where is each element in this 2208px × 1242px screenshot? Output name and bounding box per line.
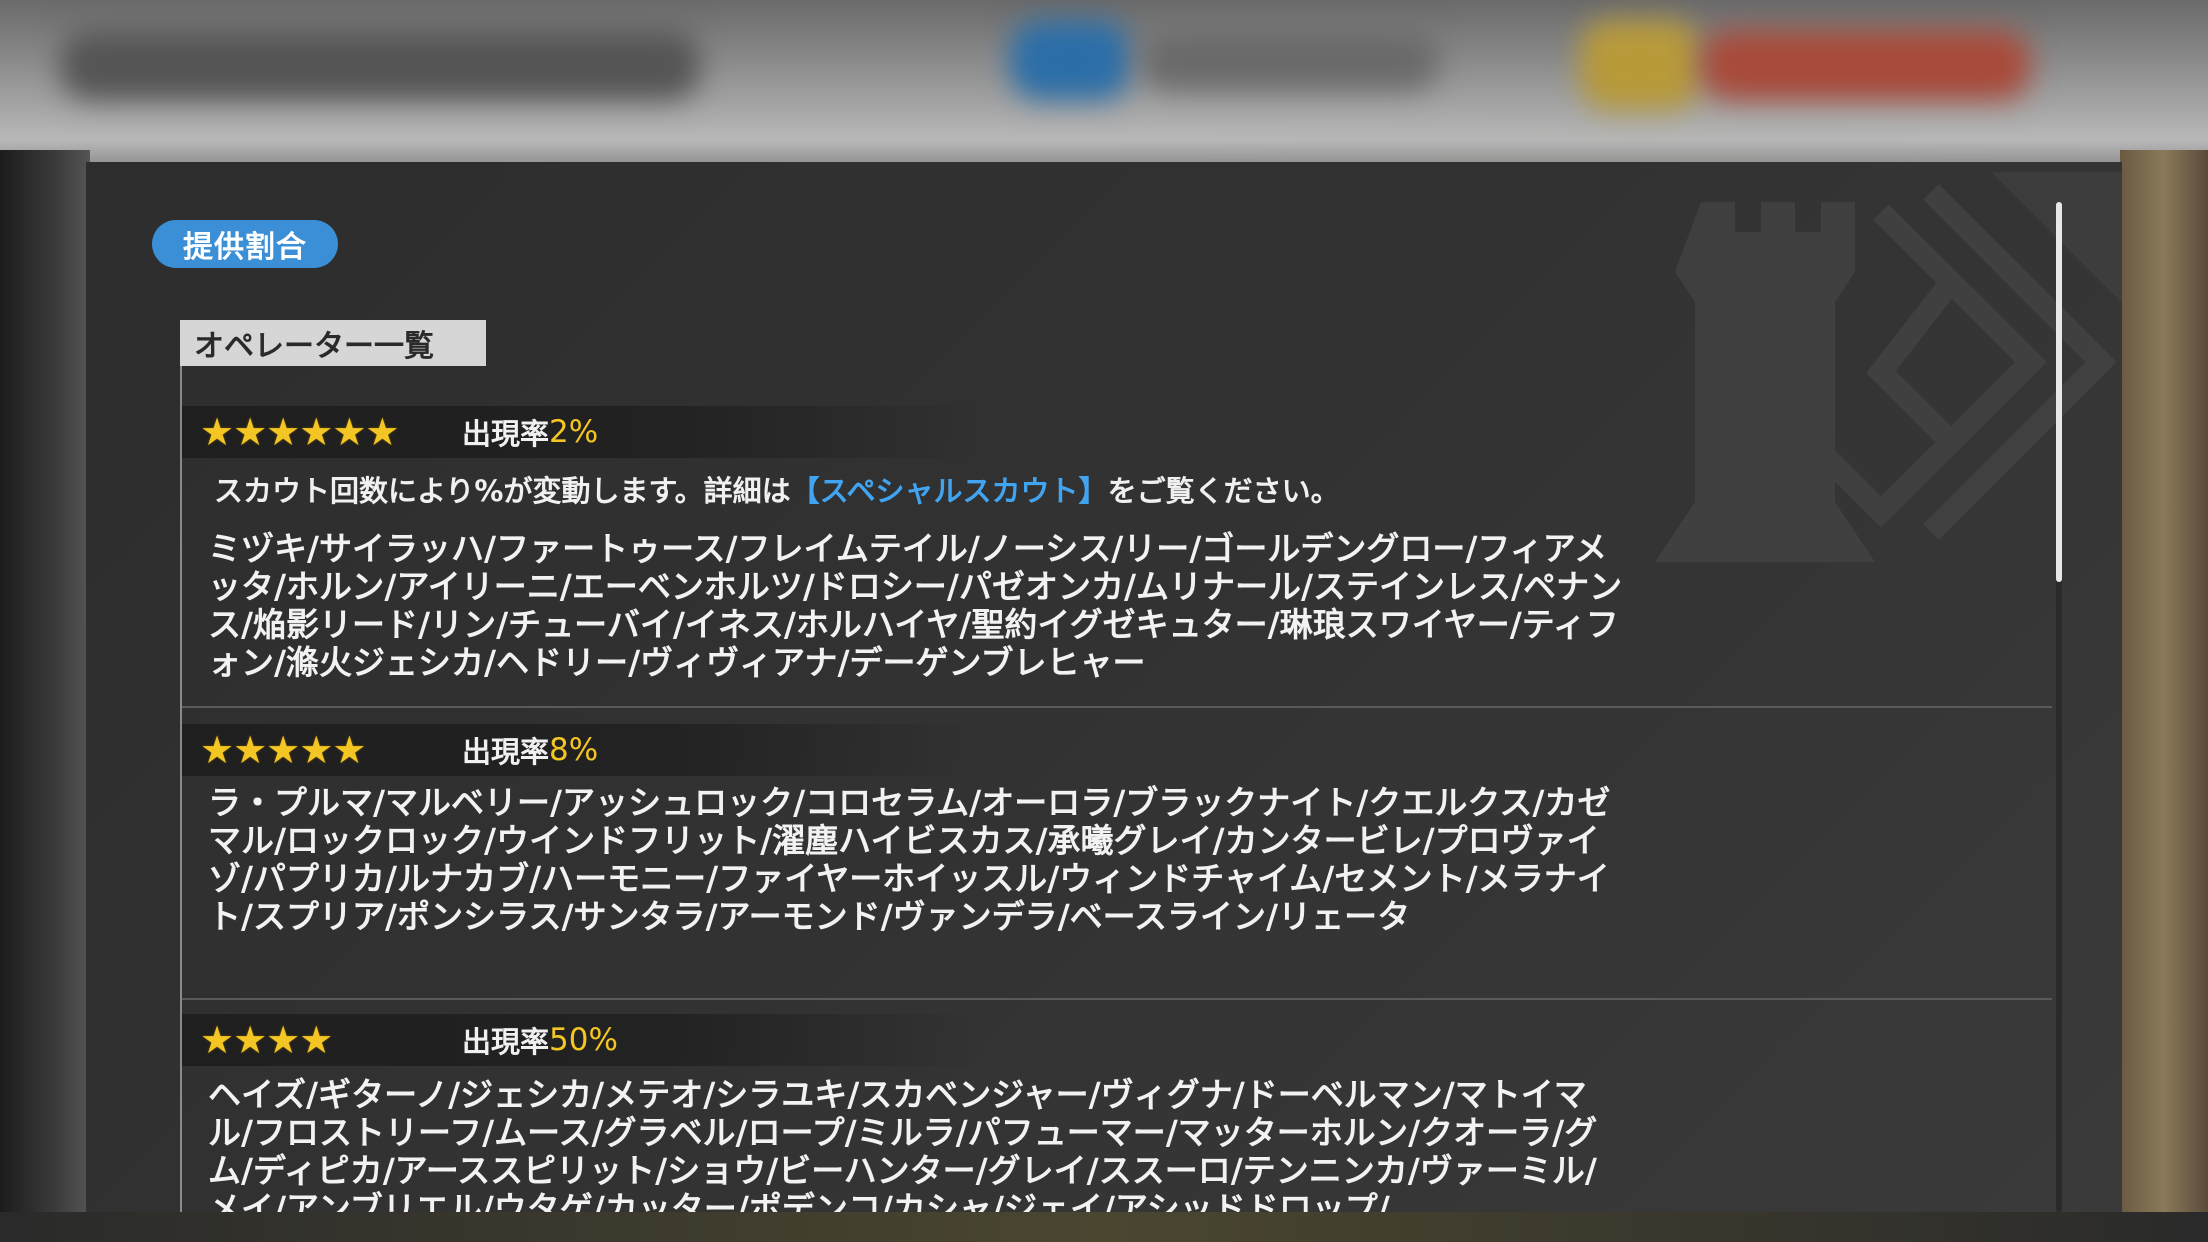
star-icon: ★ xyxy=(299,1018,334,1062)
star-icon: ★ xyxy=(200,1018,235,1062)
star-icon: ★ xyxy=(233,1018,268,1062)
background-blob xyxy=(60,30,700,100)
star-icon: ★ xyxy=(266,410,301,454)
rate-value: 2% xyxy=(549,414,599,450)
background-right-edge xyxy=(2120,150,2208,1242)
operator-names-6star: ミヅキ/サイラッハ/ファートゥース/フレイムテイル/ノーシス/リー/ゴールデング… xyxy=(208,529,1623,682)
background-blob xyxy=(1010,20,1130,100)
star-icon: ★ xyxy=(200,410,235,454)
background-blob xyxy=(1140,30,1440,90)
appearance-rate: 出現率 2% xyxy=(462,406,598,458)
rate-label: 出現率 xyxy=(462,735,550,769)
background-blob xyxy=(1580,20,1700,110)
star-icon: ★ xyxy=(299,410,334,454)
background-left-edge xyxy=(0,150,90,1242)
tier-divider xyxy=(182,998,2052,1000)
dialog-title: 提供割合 xyxy=(152,220,338,268)
star-icon: ★ xyxy=(266,1018,301,1062)
star-rating: ★ ★ ★ ★ xyxy=(200,1018,334,1062)
star-icon: ★ xyxy=(266,728,301,772)
star-icon: ★ xyxy=(332,410,367,454)
star-icon: ★ xyxy=(332,728,367,772)
special-scout-link[interactable]: 【スペシャルスカウト】 xyxy=(791,474,1108,508)
background-blob xyxy=(1700,30,2030,100)
special-scout-note: スカウト回数により%が変動します。詳細は【スペシャルスカウト】をご覧ください。 xyxy=(214,468,1340,510)
tier-divider xyxy=(182,706,2052,708)
rate-value: 50% xyxy=(549,1022,618,1058)
star-rating: ★ ★ ★ ★ ★ xyxy=(200,728,367,772)
star-icon: ★ xyxy=(233,728,268,772)
operator-names-5star: ラ・プルマ/マルベリー/アッシュロック/コロセラム/オーロラ/ブラックナイト/ク… xyxy=(208,783,1611,936)
background-bottom-edge xyxy=(0,1212,2208,1242)
note-prefix: スカウト回数により%が変動します。詳細は xyxy=(214,474,791,508)
star-icon: ★ xyxy=(200,728,235,772)
operator-names-4star: ヘイズ/ギターノ/ジェシカ/メテオ/シラユキ/スカベンジャー/ヴィグナ/ドーベル… xyxy=(208,1075,1598,1213)
rate-value: 8% xyxy=(549,732,599,768)
scrollbar-thumb[interactable] xyxy=(2056,202,2062,582)
appearance-rate: 出現率 8% xyxy=(462,724,598,776)
rate-label: 出現率 xyxy=(462,417,550,451)
rate-label: 出現率 xyxy=(462,1025,550,1059)
star-icon: ★ xyxy=(365,410,400,454)
note-suffix: をご覧ください。 xyxy=(1107,474,1340,508)
star-rating: ★ ★ ★ ★ ★ ★ xyxy=(200,410,400,454)
star-icon: ★ xyxy=(233,410,268,454)
operator-list-label: オペレーター一覧 xyxy=(180,320,486,366)
star-icon: ★ xyxy=(299,728,334,772)
appearance-rate: 出現率 50% xyxy=(462,1014,618,1066)
rates-dialog: 提供割合 オペレーター一覧 ★ ★ ★ ★ ★ ★ 出現率 2% スカウト回数に… xyxy=(86,162,2122,1212)
